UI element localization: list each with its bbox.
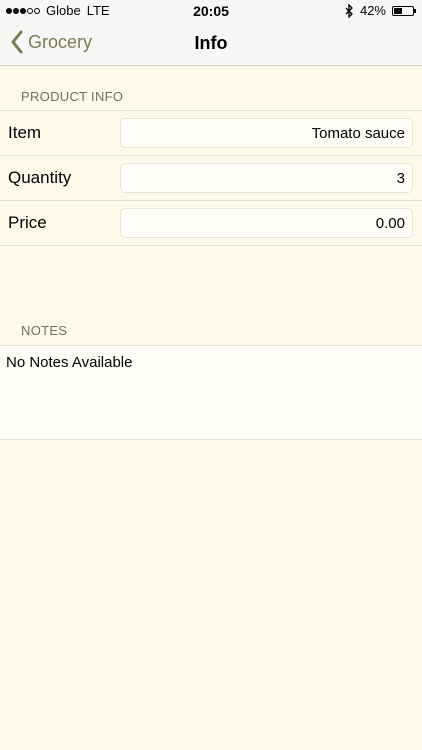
navigation-bar: Grocery Info xyxy=(0,22,422,66)
status-bar: Globe LTE 20:05 42% xyxy=(0,0,422,22)
item-input[interactable] xyxy=(120,118,413,148)
notes-area[interactable]: No Notes Available xyxy=(0,345,422,440)
divider xyxy=(0,245,422,246)
form-row-item: Item xyxy=(0,111,422,155)
bluetooth-icon xyxy=(345,3,353,18)
notes-text: No Notes Available xyxy=(6,354,133,371)
item-label: Item xyxy=(8,123,42,142)
status-right: 42% xyxy=(345,3,416,18)
quantity-input[interactable] xyxy=(120,163,413,193)
form-row-quantity: Quantity xyxy=(0,156,422,200)
section-header-product-info: PRODUCT INFO xyxy=(21,89,124,104)
battery-cap xyxy=(414,8,416,13)
price-label: Price xyxy=(8,213,47,232)
battery-percent: 42% xyxy=(359,3,386,18)
battery-icon xyxy=(392,5,416,16)
battery-fill xyxy=(394,7,402,14)
form-row-price: Price xyxy=(0,201,422,245)
quantity-label: Quantity xyxy=(8,168,72,187)
page-title: Info xyxy=(194,33,228,53)
price-input[interactable] xyxy=(120,208,413,238)
section-header-notes: NOTES xyxy=(21,323,68,338)
